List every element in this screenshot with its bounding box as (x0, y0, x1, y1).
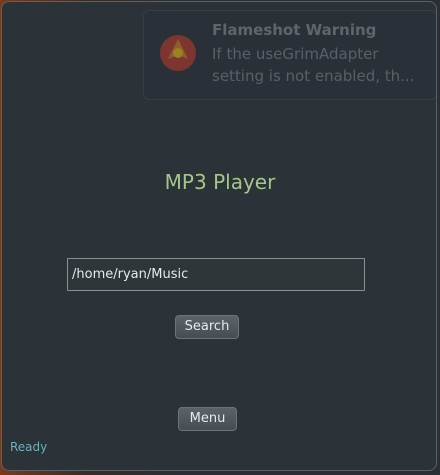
status-text: Ready (10, 440, 48, 454)
mp3-player-window: Flameshot Warning If the useGrimAdapter … (1, 1, 437, 471)
search-button[interactable]: Search (175, 315, 239, 339)
notification-body: If the useGrimAdapter setting is not ena… (212, 43, 422, 87)
menu-button[interactable]: Menu (178, 407, 237, 431)
notification-title: Flameshot Warning (212, 21, 377, 39)
flameshot-icon (160, 35, 196, 71)
music-path-input[interactable] (67, 258, 365, 291)
notification-body-line: If the useGrimAdapter (212, 45, 379, 63)
notification-body-line: setting is not enabled, th... (212, 67, 415, 85)
app-title: MP3 Player (164, 170, 276, 194)
flameshot-notification[interactable]: Flameshot Warning If the useGrimAdapter … (143, 10, 436, 100)
